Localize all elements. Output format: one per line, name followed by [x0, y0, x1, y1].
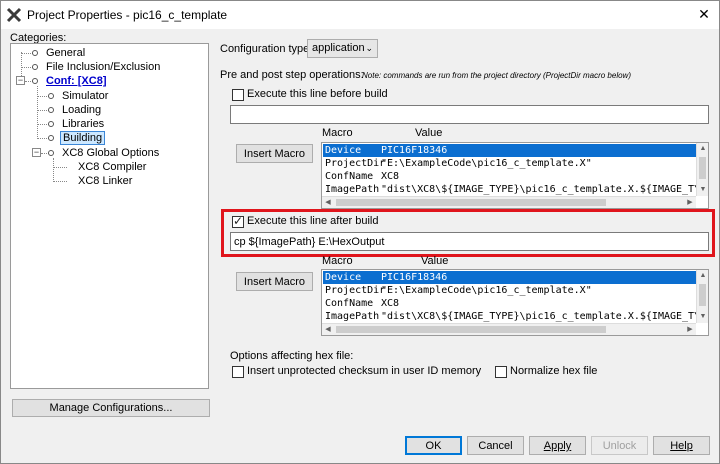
list-item[interactable]: ProjectDir"E:\ExampleCode\pic16_c_templa… [323, 157, 697, 170]
list-item[interactable]: ImagePath "dist\XC8\${IMAGE_TYPE}\pic16_c… [323, 183, 708, 196]
post-build-command-field[interactable]: cp ${ImagePath} E:\HexOutput [230, 232, 709, 251]
category-building[interactable]: Building [60, 131, 106, 145]
cancel-button[interactable]: Cancel [467, 436, 524, 455]
pre-build-macro-header: Macro [322, 127, 353, 139]
category-loading[interactable]: Loading [62, 104, 101, 116]
pre-build-label: Execute this line before build [247, 88, 388, 100]
scroll-left-icon[interactable]: ◀ [322, 197, 334, 208]
scroll-left-icon[interactable]: ◀ [322, 324, 334, 335]
macro-value: "E:\ExampleCode\pic16_c_template.X" [381, 158, 592, 169]
collapse-xc8-global-icon[interactable]: − [32, 148, 41, 157]
category-libraries[interactable]: Libraries [62, 118, 104, 130]
prepost-label: Pre and post step operations: [220, 69, 364, 81]
pre-build-insert-macro-button[interactable]: Insert Macro [236, 144, 313, 163]
checksum-checkbox[interactable] [232, 366, 244, 378]
app-logo-icon [6, 7, 22, 23]
apply-label: Apply [543, 440, 572, 452]
configuration-type-label: Configuration type: [220, 43, 313, 55]
post-build-insert-macro-label: Insert Macro [243, 276, 306, 288]
macro-name: ProjectDir [325, 158, 386, 169]
normalize-hex-label: Normalize hex file [510, 365, 598, 377]
category-file-inclusion[interactable]: File Inclusion/Exclusion [46, 61, 160, 73]
ok-label: OK [425, 440, 442, 452]
list-item[interactable]: Device PIC16F18346 [323, 271, 697, 284]
hex-options-label: Options affecting hex file: [230, 350, 354, 362]
post-build-checkbox[interactable] [232, 214, 244, 228]
category-simulator[interactable]: Simulator [62, 90, 108, 102]
category-conf-xc8[interactable]: Conf: [XC8] [46, 75, 107, 87]
list-item[interactable]: ProjectDir"E:\ExampleCode\pic16_c_templa… [323, 284, 697, 297]
manage-configurations-button[interactable]: Manage Configurations... [12, 399, 210, 417]
post-build-insert-macro-button[interactable]: Insert Macro [236, 272, 313, 291]
cancel-label: Cancel [478, 440, 513, 452]
apply-button[interactable]: Apply [529, 436, 586, 455]
unlock-label: Unlock [602, 440, 637, 452]
list-item[interactable]: Device PIC16F18346 [323, 144, 697, 157]
macro-value: "dist\XC8\${IMAGE_TYPE}\pic16_c_template… [381, 311, 709, 322]
scroll-up-icon[interactable]: ▲ [697, 143, 708, 155]
category-xc8-global-options[interactable]: XC8 Global Options [62, 147, 159, 159]
post-build-label: Execute this line after build [247, 215, 379, 227]
macro-value: XC8 [381, 298, 400, 309]
post-build-macro-header: Macro [322, 255, 353, 267]
ok-button[interactable]: OK [405, 436, 462, 455]
chevron-down-icon: ⌄ [365, 43, 373, 53]
macro-value: XC8 [381, 171, 400, 182]
category-general[interactable]: General [46, 47, 85, 59]
macro-name: ImagePath [325, 311, 380, 322]
scroll-down-icon[interactable]: ▼ [697, 311, 708, 323]
list-item[interactable]: ConfName XC8 [323, 170, 697, 183]
macro-name: Device [325, 272, 362, 283]
help-button[interactable]: Help [653, 436, 710, 455]
title-bar: Project Properties - pic16_c_template ✕ [1, 1, 719, 29]
list-item[interactable]: ConfName XC8 [323, 297, 697, 310]
scroll-right-icon[interactable]: ▶ [684, 324, 696, 335]
post-build-value-header: Value [421, 255, 449, 267]
unlock-button[interactable]: Unlock [591, 436, 648, 455]
macro-name: ProjectDir [325, 285, 386, 296]
scroll-up-icon[interactable]: ▲ [697, 270, 708, 282]
pre-build-checkbox[interactable] [232, 89, 244, 101]
macro-name: ConfName [325, 171, 374, 182]
macro-value: PIC16F18346 [381, 272, 448, 283]
category-xc8-linker[interactable]: XC8 Linker [78, 175, 132, 187]
prepost-note: Note: commands are run from the project … [362, 71, 631, 80]
pre-build-command-field[interactable] [230, 105, 709, 124]
checksum-label: Insert unprotected checksum in user ID m… [247, 365, 482, 377]
project-properties-dialog: Project Properties - pic16_c_template ✕ … [0, 0, 720, 464]
post-build-vertical-scrollbar[interactable]: ▲ ▼ [696, 270, 708, 323]
pre-build-value-header: Value [415, 127, 443, 139]
window-title: Project Properties - pic16_c_template [27, 8, 228, 22]
manage-configurations-label: Manage Configurations... [49, 402, 173, 414]
category-xc8-compiler[interactable]: XC8 Compiler [78, 161, 146, 173]
pre-build-macro-list[interactable]: Device PIC16F18346 ProjectDir"E:\ExampleC… [321, 142, 709, 209]
list-item[interactable]: ImagePath "dist\XC8\${IMAGE_TYPE}\pic16_c… [323, 310, 708, 323]
pre-build-vertical-scrollbar[interactable]: ▲ ▼ [696, 143, 708, 196]
configuration-type-select[interactable]: application ⌄ [307, 39, 378, 58]
close-icon[interactable]: ✕ [695, 5, 713, 23]
configuration-type-value: application [312, 42, 365, 54]
macro-value: "E:\ExampleCode\pic16_c_template.X" [381, 285, 592, 296]
collapse-conf-icon[interactable]: − [16, 76, 25, 85]
scroll-right-icon[interactable]: ▶ [684, 197, 696, 208]
macro-value: "dist\XC8\${IMAGE_TYPE}\pic16_c_template… [381, 184, 709, 195]
macro-value: PIC16F18346 [381, 145, 448, 156]
pre-build-insert-macro-label: Insert Macro [243, 148, 306, 160]
scroll-down-icon[interactable]: ▼ [697, 184, 708, 196]
help-label: Help [670, 440, 693, 452]
post-build-macro-list[interactable]: Device PIC16F18346 ProjectDir"E:\ExampleC… [321, 269, 709, 336]
pre-build-horizontal-scrollbar[interactable]: ◀ ▶ [322, 196, 696, 208]
normalize-hex-checkbox[interactable] [495, 366, 507, 378]
macro-name: Device [325, 145, 362, 156]
categories-tree: General File Inclusion/Exclusion − Conf:… [10, 43, 209, 389]
post-build-horizontal-scrollbar[interactable]: ◀ ▶ [322, 323, 696, 335]
macro-name: ConfName [325, 298, 374, 309]
macro-name: ImagePath [325, 184, 380, 195]
